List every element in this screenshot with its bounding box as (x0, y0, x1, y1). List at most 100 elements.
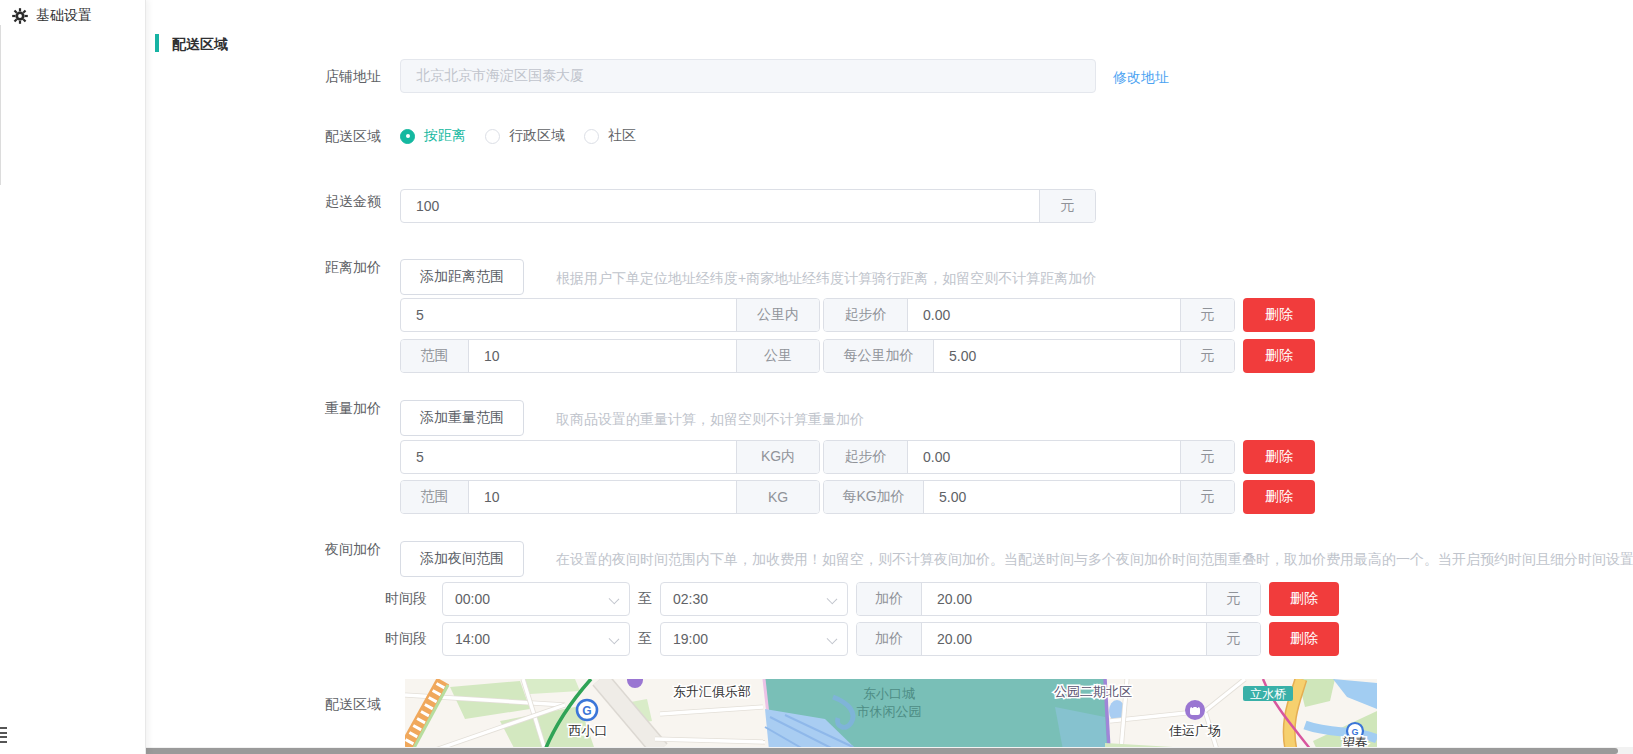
distance-row1-price-unit: 元 (1180, 299, 1234, 331)
weight-row1-delete-button[interactable]: 删除 (1243, 440, 1315, 474)
weight-row1-price-input[interactable]: 0.00 (908, 441, 1180, 473)
distance-row2-range-unit: 公里 (736, 340, 819, 372)
weight-row1-range-unit: KG内 (736, 441, 819, 473)
distance-label: 距离加价 (311, 259, 381, 275)
radio-icon (584, 129, 599, 144)
area-mode-radios: 按距离 行政区域 社区 (400, 127, 655, 145)
distance-row2-range-prepend: 范围 (401, 340, 469, 372)
address-label: 店铺地址 (311, 68, 381, 84)
distance-row1-range-group: 5 公里内 (400, 298, 820, 332)
min-amount-unit: 元 (1039, 190, 1095, 222)
radio-by-distance[interactable]: 按距离 (400, 127, 466, 145)
weight-row2-range-prepend: 范围 (401, 481, 469, 513)
night-row2-to-word: 至 (638, 630, 652, 648)
radio-icon (485, 129, 500, 144)
weight-row2-price-unit: 元 (1180, 481, 1234, 513)
map-label-gongyuan: 公园二期北区 (1054, 684, 1132, 699)
min-amount-input-group: 100 元 (400, 189, 1096, 223)
distance-row2-price-prepend: 每公里加价 (824, 340, 934, 372)
add-weight-range-button[interactable]: 添加重量范围 (400, 400, 524, 436)
distance-row1-range-unit: 公里内 (736, 299, 819, 331)
night-row2-price-unit: 元 (1206, 623, 1260, 655)
weight-row1-price-group: 起步价 0.00 元 (823, 440, 1235, 474)
night-row2-price-prepend: 加价 (857, 623, 922, 655)
add-night-range-button[interactable]: 添加夜间范围 (400, 541, 524, 577)
night-row1-price-group: 加价 20.00 元 (856, 582, 1261, 616)
map-label-dongshenghui: 东升汇俱乐部 (673, 684, 751, 699)
distance-row1-range-input[interactable]: 5 (401, 299, 736, 331)
radio-community[interactable]: 社区 (584, 127, 636, 145)
night-row1-from-select[interactable]: 00:00 (442, 582, 630, 616)
gear-icon (12, 8, 28, 24)
distance-row2-price-input[interactable]: 5.00 (934, 340, 1180, 372)
distance-row1-delete-button[interactable]: 删除 (1243, 298, 1315, 332)
map-label-park-line2: 市休闲公园 (857, 704, 922, 719)
night-label: 夜间加价 (311, 541, 381, 557)
address-placeholder: 北京北京市海淀区国泰大厦 (416, 67, 584, 85)
sidebar-item-basic-settings[interactable]: 基础设置 (12, 7, 92, 25)
distance-row2-price-unit: 元 (1180, 340, 1234, 372)
weight-row1-range-group: 5 KG内 (400, 440, 820, 474)
radio-admin-region[interactable]: 行政区域 (485, 127, 565, 145)
sidebar: 基础设置 (0, 0, 146, 754)
night-row1: 时间段 00:00 至 02:30 加价 20.00 元 删除 (385, 582, 1339, 616)
distance-row2-delete-button[interactable]: 删除 (1243, 339, 1315, 373)
distance-row1-price-group: 起步价 0.00 元 (823, 298, 1235, 332)
area-mode-label: 配送区域 (311, 128, 381, 144)
chevron-down-icon (827, 594, 838, 605)
weight-row2-range-input[interactable]: 10 (469, 481, 736, 513)
map-label-xixiaokou: 西小口 (569, 723, 608, 738)
distance-row2-range-input[interactable]: 10 (469, 340, 736, 372)
map-label-lishuiqiao: 立水桥 (1250, 687, 1286, 701)
weight-row2-delete-button[interactable]: 删除 (1243, 480, 1315, 514)
night-row1-price-unit: 元 (1206, 583, 1260, 615)
map-label-jiayun: 佳运广场 (1168, 723, 1221, 738)
night-row2-delete-button[interactable]: 删除 (1269, 622, 1339, 656)
weight-hint: 取商品设置的重量计算，如留空则不计算重量加价 (556, 411, 864, 429)
add-distance-range-button[interactable]: 添加距离范围 (400, 259, 524, 295)
distance-hint: 根据用户下单定位地址经纬度+商家地址经纬度计算骑行距离，如留空则不计算距离加价 (556, 270, 1096, 288)
weight-label: 重量加价 (311, 400, 381, 416)
map-row-label: 配送区域 (311, 696, 381, 712)
sidebar-item-label: 基础设置 (36, 7, 92, 25)
weight-row2-range-group: 范围 10 KG (400, 480, 820, 514)
night-row1-to-word: 至 (638, 590, 652, 608)
night-row2-to-select[interactable]: 19:00 (660, 622, 848, 656)
night-row2-time-label: 时间段 (385, 630, 427, 648)
address-input[interactable]: 北京北京市海淀区国泰大厦 (400, 59, 1096, 93)
min-amount-input[interactable]: 100 (401, 190, 1039, 222)
weight-row2-price-group: 每KG加价 5.00 元 (823, 480, 1235, 514)
night-row1-delete-button[interactable]: 删除 (1269, 582, 1339, 616)
weight-row1-price-prepend: 起步价 (824, 441, 908, 473)
distance-row1-price-prepend: 起步价 (824, 299, 908, 331)
weight-row1-price-unit: 元 (1180, 441, 1234, 473)
night-row2-price-input[interactable]: 20.00 (922, 623, 1206, 655)
weight-row2-price-input[interactable]: 5.00 (924, 481, 1180, 513)
chevron-down-icon (609, 634, 620, 645)
night-row1-to-select[interactable]: 02:30 (660, 582, 848, 616)
grip-marks (0, 727, 8, 745)
delivery-settings-page: 基础设置 配送区域 店铺地址 北京北京市海淀区国泰大厦 修改地址 配送区域 按距… (0, 0, 1633, 754)
night-row1-price-input[interactable]: 20.00 (922, 583, 1206, 615)
modify-address-link[interactable]: 修改地址 (1113, 69, 1169, 87)
map-label-park-line1: 东小口城 (863, 686, 915, 701)
delivery-area-map[interactable]: G G 东升汇俱乐部 西小口 东小口城 市休闲公园 公园二期北区 立水桥 佳运广… (405, 679, 1377, 750)
section-title: 配送区域 (172, 36, 228, 54)
chevron-down-icon (609, 594, 620, 605)
section-accent-bar (155, 34, 159, 52)
weight-row2-range-unit: KG (736, 481, 819, 513)
distance-row1-price-input[interactable]: 0.00 (908, 299, 1180, 331)
chevron-down-icon (827, 634, 838, 645)
horizontal-scrollbar-thumb[interactable] (0, 748, 1618, 754)
weight-row1-range-input[interactable]: 5 (401, 441, 736, 473)
night-row2: 时间段 14:00 至 19:00 加价 20.00 元 删除 (385, 622, 1339, 656)
night-row1-price-prepend: 加价 (857, 583, 922, 615)
night-row2-from-select[interactable]: 14:00 (442, 622, 630, 656)
distance-row2-range-group: 范围 10 公里 (400, 339, 820, 373)
min-amount-label: 起送金额 (311, 193, 381, 209)
night-row1-time-label: 时间段 (385, 590, 427, 608)
weight-row2-price-prepend: 每KG加价 (824, 481, 924, 513)
left-edge-line (0, 25, 1, 185)
svg-text:G: G (582, 704, 591, 718)
night-hint: 在设置的夜间时间范围内下单，加收费用！如留空，则不计算夜间加价。当配送时间与多个… (556, 551, 1633, 569)
